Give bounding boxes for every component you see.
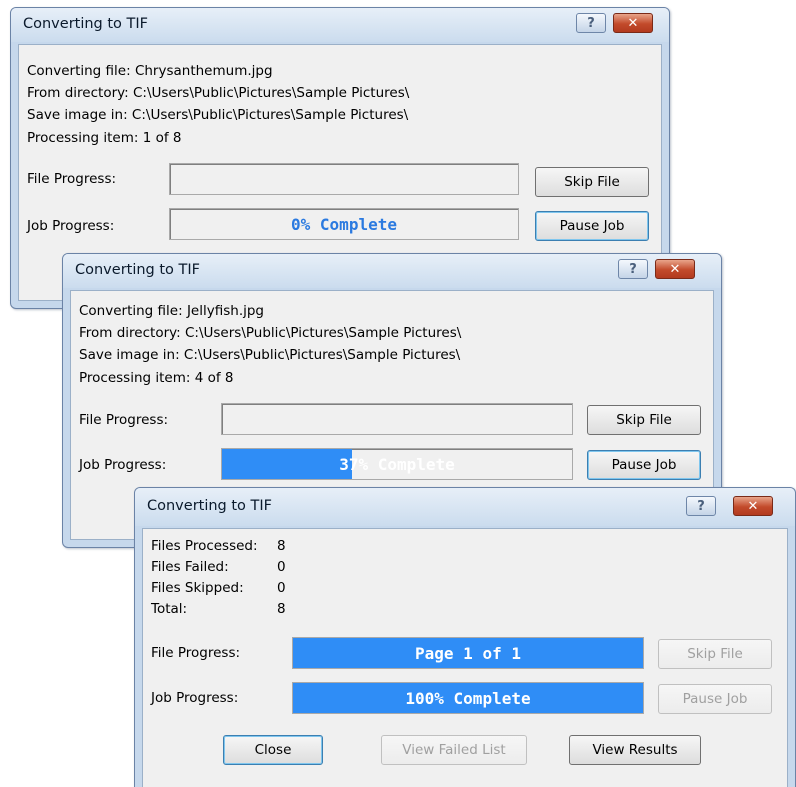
total-value: 8 <box>277 601 286 617</box>
view-failed-list-button[interactable]: View Failed List <box>381 735 527 765</box>
file-progress-bar: Page 1 of 1 <box>292 637 644 669</box>
help-button[interactable]: ? <box>686 496 716 516</box>
help-icon: ? <box>629 261 637 277</box>
file-progress-bar <box>169 163 519 195</box>
window-title: Converting to TIF <box>23 16 149 32</box>
dialog-conversion-summary: Converting to TIF ? ✕ Files Processed: 8… <box>134 487 796 787</box>
job-progress-text: 0% Complete <box>291 214 397 234</box>
files-processed-label: Files Processed: <box>151 538 258 554</box>
files-skipped-value: 0 <box>277 580 286 596</box>
close-window-button[interactable]: ✕ <box>613 13 653 33</box>
files-failed-value: 0 <box>277 559 286 575</box>
title-bar[interactable]: Converting to TIF ? ✕ <box>11 8 669 42</box>
pause-job-button[interactable]: Pause Job <box>658 684 772 714</box>
pause-job-button[interactable]: Pause Job <box>535 211 649 241</box>
file-progress-label: File Progress: <box>27 171 117 187</box>
converting-file-text: Converting file: Chrysanthemum.jpg <box>27 63 273 79</box>
job-progress-bar: 37% Complete <box>221 448 573 480</box>
job-progress-bar: 100% Complete <box>292 682 644 714</box>
job-progress-label: Job Progress: <box>79 457 167 473</box>
title-bar[interactable]: Converting to TIF ? ✕ <box>63 254 721 288</box>
file-progress-text <box>222 404 572 434</box>
dialog-body: Files Processed: 8 Files Failed: 0 Files… <box>142 528 788 787</box>
skip-file-button[interactable]: Skip File <box>658 639 772 669</box>
files-processed-value: 8 <box>277 538 286 554</box>
files-skipped-label: Files Skipped: <box>151 580 244 596</box>
job-progress-text: 100% Complete <box>405 688 531 708</box>
job-progress-label: Job Progress: <box>151 690 239 706</box>
save-image-text: Save image in: C:\Users\Public\Pictures\… <box>79 347 461 363</box>
close-icon: ✕ <box>747 498 759 514</box>
file-progress-label: File Progress: <box>151 645 241 661</box>
job-progress-bar: 0% Complete <box>169 208 519 240</box>
file-progress-text: Page 1 of 1 <box>415 643 521 663</box>
job-progress-label: Job Progress: <box>27 218 115 234</box>
close-window-button[interactable]: ✕ <box>655 259 695 279</box>
file-progress-label: File Progress: <box>79 412 169 428</box>
job-progress-text: 37% Complete <box>339 454 455 474</box>
file-progress-text <box>170 164 518 194</box>
file-progress-bar <box>221 403 573 435</box>
title-bar[interactable]: Converting to TIF ? ✕ <box>135 488 795 526</box>
pause-job-button[interactable]: Pause Job <box>587 450 701 480</box>
help-icon: ? <box>697 498 705 514</box>
close-button[interactable]: Close <box>223 735 323 765</box>
help-button[interactable]: ? <box>576 13 606 33</box>
close-icon: ✕ <box>669 261 681 277</box>
converting-file-text: Converting file: Jellyfish.jpg <box>79 303 264 319</box>
help-icon: ? <box>587 15 595 31</box>
close-icon: ✕ <box>627 15 639 31</box>
view-results-button[interactable]: View Results <box>569 735 701 765</box>
close-window-button[interactable]: ✕ <box>733 496 773 516</box>
skip-file-button[interactable]: Skip File <box>535 167 649 197</box>
processing-item-text: Processing item: 1 of 8 <box>27 130 182 146</box>
help-button[interactable]: ? <box>618 259 648 279</box>
window-title: Converting to TIF <box>147 498 273 514</box>
window-title: Converting to TIF <box>75 262 201 278</box>
save-image-text: Save image in: C:\Users\Public\Pictures\… <box>27 107 409 123</box>
processing-item-text: Processing item: 4 of 8 <box>79 370 234 386</box>
total-label: Total: <box>151 601 188 617</box>
from-directory-text: From directory: C:\Users\Public\Pictures… <box>79 325 462 341</box>
skip-file-button[interactable]: Skip File <box>587 405 701 435</box>
files-failed-label: Files Failed: <box>151 559 229 575</box>
from-directory-text: From directory: C:\Users\Public\Pictures… <box>27 85 410 101</box>
